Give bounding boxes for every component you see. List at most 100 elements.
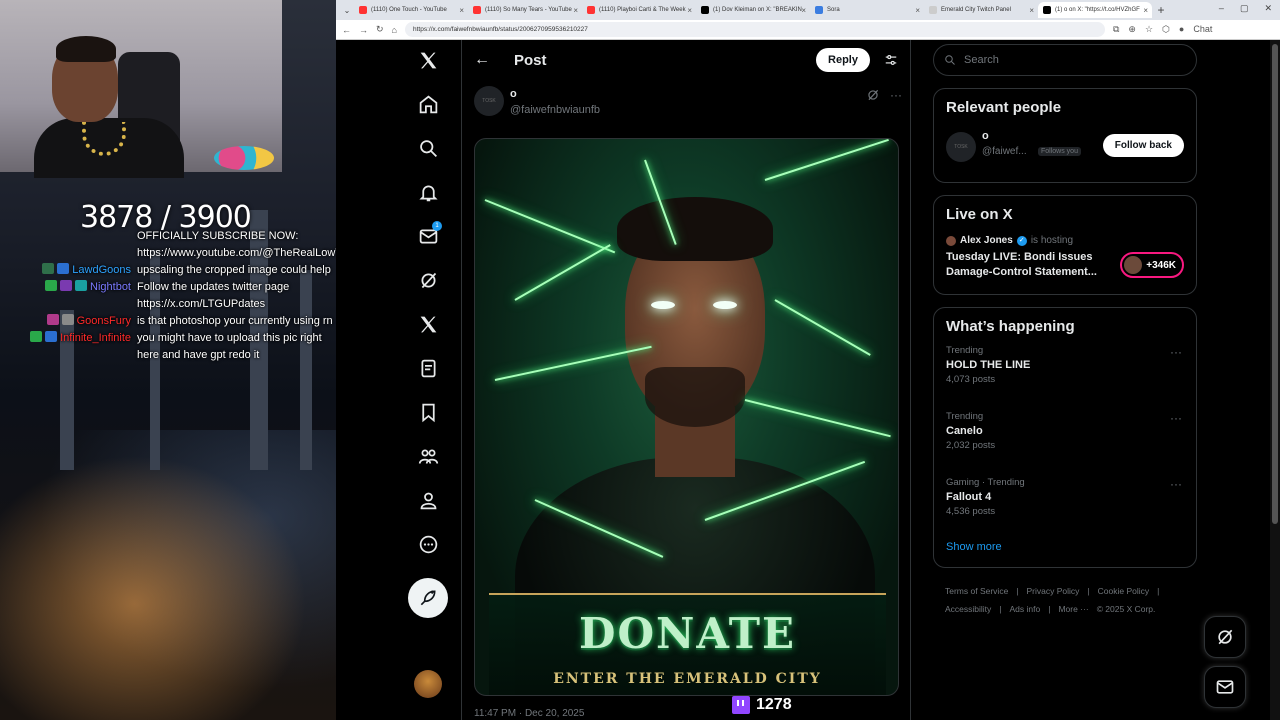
browser-tab[interactable]: Sora × xyxy=(810,2,924,18)
footer-link-privacy[interactable]: Privacy Policy xyxy=(1027,582,1080,600)
footer-link-accessibility[interactable]: Accessibility xyxy=(945,600,991,618)
close-tab-icon[interactable]: × xyxy=(573,6,578,15)
grok-fab-button[interactable] xyxy=(1204,616,1246,658)
browser-tab[interactable]: Emerald City Twitch Panel × xyxy=(924,2,1038,18)
browser-tab[interactable]: (1110) Playboi Carti & The Week × xyxy=(582,2,696,18)
compose-post-button[interactable] xyxy=(408,578,448,618)
scrollbar-thumb[interactable] xyxy=(1272,44,1278,524)
page-scrollbar[interactable] xyxy=(1270,40,1280,720)
messages-fab-button[interactable] xyxy=(1204,666,1246,708)
grok-icon[interactable] xyxy=(408,260,448,300)
new-tab-button[interactable]: + xyxy=(1152,3,1170,17)
url-field[interactable]: https://x.com/faiwefnbwiaunfb/status/200… xyxy=(404,22,1105,37)
home-icon[interactable] xyxy=(408,84,448,124)
trend-item[interactable]: Trending Canelo 2,032 posts ··· xyxy=(946,411,1184,473)
post-image[interactable]: DONATE ENTER THE EMERALD CITY xyxy=(474,138,899,696)
more-circle-icon[interactable] xyxy=(408,524,448,564)
person-avatar[interactable]: TOSK xyxy=(946,132,976,162)
reload-icon[interactable]: ↻ xyxy=(376,24,384,35)
chat-message: https://www.youtube.com/@TheRealLowTierG… xyxy=(0,245,336,262)
home-icon[interactable]: ⌂ xyxy=(392,25,397,35)
lightning-bolt xyxy=(764,139,889,181)
live-on-x-card: Live on X Alex Jones ✓ is hosting Tuesda… xyxy=(933,195,1197,295)
glowing-eye xyxy=(651,301,675,309)
trend-name: HOLD THE LINE xyxy=(946,359,1031,371)
chat-user-wrap: LawdGoons xyxy=(0,262,137,279)
live-host[interactable]: Alex Jones ✓ is hosting xyxy=(946,235,1184,246)
url-text: https://x.com/faiwefnbwiaunfb/status/200… xyxy=(412,26,588,33)
close-tab-icon[interactable]: × xyxy=(687,6,692,15)
card-title: Live on X xyxy=(946,206,1013,223)
post-column: ← Post Reply TOSK o @faiwefnbwiaunfb ··· xyxy=(461,40,911,720)
city-background xyxy=(0,430,336,720)
notifications-bell-icon[interactable] xyxy=(408,172,448,212)
lists-icon[interactable] xyxy=(408,348,448,388)
author-name[interactable]: o xyxy=(510,88,517,100)
back-arrow-icon[interactable]: ← xyxy=(474,51,504,69)
sliders-icon[interactable] xyxy=(884,53,898,67)
listener-count[interactable]: +346K xyxy=(1120,252,1184,278)
person-row[interactable]: TOSK o @faiwef... Follows you Follow bac… xyxy=(946,126,1184,172)
youtube-icon xyxy=(587,6,595,14)
profile-icon[interactable]: ● xyxy=(1179,24,1184,35)
back-nav-icon[interactable]: ← xyxy=(342,25,351,35)
person-handle[interactable]: @faiwef... xyxy=(982,146,1027,157)
x-logo-icon[interactable] xyxy=(408,40,448,80)
author-handle[interactable]: @faiwefnbwiaunfb xyxy=(510,104,600,116)
author-avatar[interactable]: TOSK xyxy=(474,86,504,116)
footer-link-terms[interactable]: Terms of Service xyxy=(945,582,1008,600)
stream-overlay: 3878 / 3900 OFFICIALLY SUBSCRIBE NOW: ht… xyxy=(0,0,336,720)
more-options-icon[interactable]: ··· xyxy=(1170,345,1182,359)
search-placeholder: Search xyxy=(964,54,999,66)
trend-item[interactable]: Trending HOLD THE LINE 4,073 posts ··· xyxy=(946,345,1184,407)
browser-tab[interactable]: (1110) So Many Tears - YouTube × xyxy=(468,2,582,18)
close-tab-icon[interactable]: × xyxy=(459,6,464,15)
footer-link-more[interactable]: More ··· xyxy=(1058,600,1088,618)
close-tab-icon[interactable]: × xyxy=(801,6,806,15)
footer-link-ads[interactable]: Ads info xyxy=(1010,600,1041,618)
close-tab-icon[interactable]: × xyxy=(915,6,920,15)
chat-button[interactable]: Chat xyxy=(1193,24,1212,35)
follow-back-button[interactable]: Follow back xyxy=(1102,134,1184,157)
badge-icon xyxy=(75,280,88,291)
bookmark-star-icon[interactable]: ☆ xyxy=(1145,24,1153,35)
browser-tab-active[interactable]: (1) o on X: "https://t.co/HVZhGF × xyxy=(1038,2,1152,18)
profile-person-icon[interactable] xyxy=(408,480,448,520)
footer-link-cookie[interactable]: Cookie Policy xyxy=(1098,582,1150,600)
browser-tab[interactable]: (1) Dov Kleiman on X: "BREAKIN × xyxy=(696,2,810,18)
search-input[interactable]: Search xyxy=(933,44,1197,76)
grok-icon[interactable] xyxy=(866,88,880,102)
more-options-icon[interactable]: ··· xyxy=(890,88,902,102)
maximize-icon[interactable]: ▢ xyxy=(1240,3,1249,14)
more-options-icon[interactable]: ··· xyxy=(1170,411,1182,425)
explore-search-icon[interactable] xyxy=(408,128,448,168)
close-window-icon[interactable]: ✕ xyxy=(1264,3,1272,14)
close-tab-icon[interactable]: × xyxy=(1143,6,1148,15)
badge-icon xyxy=(46,314,59,325)
trend-item[interactable]: Gaming · Trending Fallout 4 4,536 posts … xyxy=(946,477,1184,539)
reply-button[interactable]: Reply xyxy=(816,48,870,72)
messages-envelope-icon[interactable]: 1 xyxy=(408,216,448,256)
person-name[interactable]: o xyxy=(982,130,989,142)
zoom-icon[interactable]: ⊕ xyxy=(1128,24,1136,35)
extensions-icon[interactable]: ⬡ xyxy=(1162,24,1170,35)
more-options-icon[interactable]: ··· xyxy=(1170,477,1182,491)
communities-icon[interactable] xyxy=(408,436,448,476)
bookmarks-icon[interactable] xyxy=(408,392,448,432)
tab-search-icon[interactable]: ⌄ xyxy=(340,6,354,15)
badge-icon xyxy=(30,331,43,342)
close-tab-icon[interactable]: × xyxy=(1029,6,1034,15)
browser-tab[interactable]: (1110) One Touch - YouTube × xyxy=(354,2,468,18)
translate-icon[interactable]: ⧉ xyxy=(1113,24,1119,35)
premium-x-icon[interactable] xyxy=(408,304,448,344)
twitch-follower-counter: 1278 xyxy=(732,696,792,714)
image-hair xyxy=(617,197,773,261)
post-timestamp[interactable]: 11:47 PM · Dec 20, 2025 xyxy=(474,708,584,719)
forward-nav-icon[interactable]: → xyxy=(359,25,368,35)
account-avatar[interactable] xyxy=(414,670,442,698)
live-space-row[interactable]: Tuesday LIVE: Bondi Issues Damage-Contro… xyxy=(946,250,1184,284)
trend-posts: 4,536 posts xyxy=(946,506,996,517)
chat-user-wrap: Nightbot xyxy=(0,279,137,313)
show-more-link[interactable]: Show more xyxy=(946,541,1184,557)
minimize-icon[interactable]: – xyxy=(1219,3,1224,14)
